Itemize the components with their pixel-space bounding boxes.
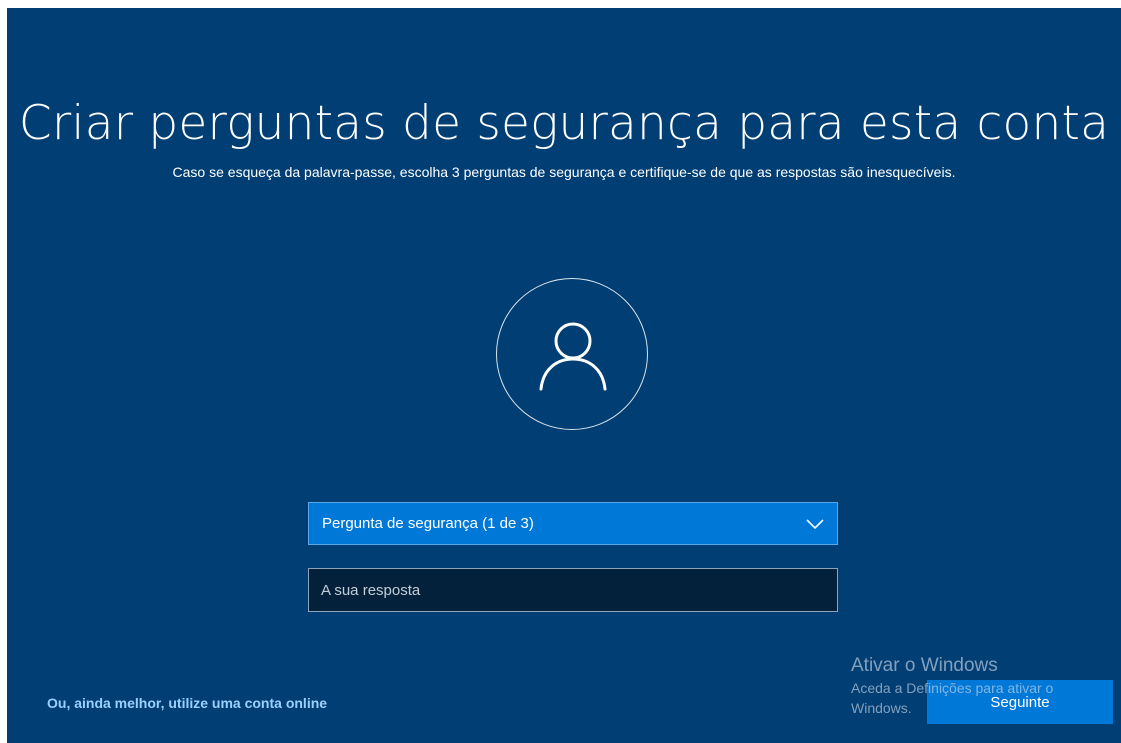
security-question-dropdown[interactable]: Pergunta de segurança (1 de 3) (308, 502, 838, 545)
page-title: Criar perguntas de segurança para esta c… (18, 96, 1110, 151)
user-icon (539, 322, 607, 391)
chevron-down-icon (806, 519, 824, 530)
next-button[interactable]: Seguinte (927, 680, 1113, 724)
answer-input[interactable] (308, 568, 838, 612)
avatar (496, 278, 648, 430)
online-account-link[interactable]: Ou, ainda melhor, utilize uma conta onli… (47, 695, 327, 711)
watermark-title: Ativar o Windows (851, 655, 998, 676)
page-subtitle: Caso se esqueça da palavra-passe, escolh… (172, 164, 956, 180)
oobe-screen: Criar perguntas de segurança para esta c… (7, 8, 1121, 743)
security-question-selected: Pergunta de segurança (1 de 3) (322, 515, 534, 532)
